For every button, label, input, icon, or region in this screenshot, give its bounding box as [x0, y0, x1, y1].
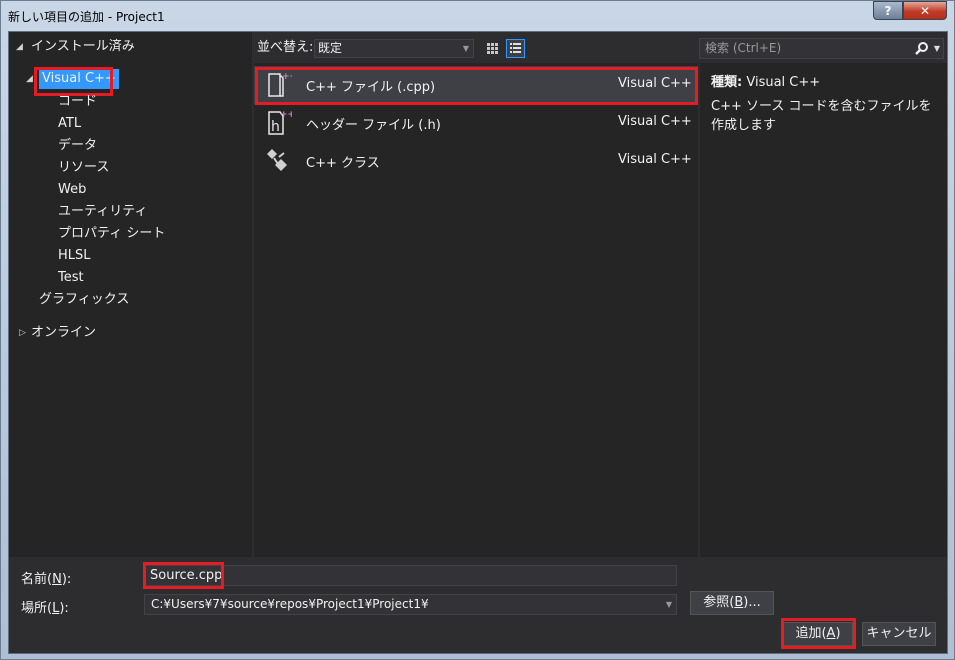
help-button[interactable]: ?	[873, 1, 903, 20]
expanded-arrow-icon: ◢	[16, 42, 23, 52]
expanded-arrow-icon: ◢	[26, 74, 33, 84]
tree-item-code[interactable]: コード	[58, 92, 97, 112]
close-icon: ✕	[919, 3, 931, 18]
tree-item-hlsl[interactable]: HLSL	[58, 246, 91, 266]
cancel-button[interactable]: キャンセル	[862, 622, 936, 646]
template-category: Visual C++	[618, 152, 692, 167]
tree-item-graphics[interactable]: グラフィックス	[39, 290, 129, 310]
tree-item-resource[interactable]: リソース	[58, 158, 109, 178]
tree-item-web[interactable]: Web	[58, 180, 86, 200]
name-field[interactable]	[144, 565, 677, 586]
location-value: C:¥Users¥7¥source¥repos¥Project1¥Project…	[151, 597, 429, 611]
template-item-cpp-class[interactable]: C++ クラス Visual C++	[254, 142, 698, 180]
tree-item-test[interactable]: Test	[58, 268, 84, 288]
template-name: ヘッダー ファイル (.h)	[306, 118, 441, 133]
template-item-cpp-file[interactable]: ++ C++ ファイル (.cpp) Visual C++	[254, 66, 698, 104]
search-icon[interactable]	[915, 41, 929, 55]
title-bar[interactable]: 新しい項目の追加 - Project1 ? ✕	[1, 1, 954, 31]
sort-dropdown[interactable]: 既定 ▼	[314, 39, 474, 58]
template-item-header-file[interactable]: h ++ ヘッダー ファイル (.h) Visual C++	[254, 104, 698, 142]
chevron-down-icon[interactable]: ▼	[666, 595, 672, 614]
browse-button[interactable]: 参照(B)...	[690, 591, 774, 615]
collapsed-arrow-icon: ▷	[19, 328, 26, 338]
tree-item-data[interactable]: データ	[58, 136, 97, 156]
tree-item-atl[interactable]: ATL	[58, 114, 81, 134]
chevron-down-icon: ▼	[462, 44, 469, 53]
close-button[interactable]: ✕	[903, 1, 947, 20]
info-description: C++ ソース コードを含むファイルを作成します	[711, 99, 932, 133]
tree-item-label: インストール済み	[31, 39, 135, 54]
tree-item-utility[interactable]: ユーティリティ	[58, 202, 147, 222]
template-name: C++ ファイル (.cpp)	[306, 80, 436, 95]
chevron-down-icon[interactable]: ▼	[934, 39, 940, 58]
svg-text:++: ++	[282, 72, 292, 82]
svg-text:++: ++	[280, 110, 292, 120]
add-new-item-dialog: 新しい項目の追加 - Project1 ? ✕ ◢ インストール済み ◢ Vis…	[0, 0, 955, 660]
cpp-class-icon	[267, 149, 287, 171]
list-view-icon	[510, 43, 521, 53]
cpp-file-icon: ++	[268, 72, 292, 97]
tree-item-label: オンライン	[31, 325, 97, 340]
add-button[interactable]: 追加(A)	[783, 622, 853, 646]
sort-value: 既定	[318, 41, 343, 55]
svg-text:h: h	[271, 119, 280, 135]
info-type: 種類: Visual C++	[711, 71, 820, 90]
window-title: 新しい項目の追加 - Project1	[8, 10, 165, 24]
template-category: Visual C++	[618, 114, 692, 129]
template-info-panel	[700, 63, 947, 557]
info-type-label: 種類:	[711, 75, 743, 90]
small-icons-view-button[interactable]	[483, 39, 502, 58]
search-placeholder: 検索 (Ctrl+E)	[705, 41, 782, 55]
search-input[interactable]: 検索 (Ctrl+E) ▼	[699, 38, 944, 59]
list-view-button[interactable]	[506, 39, 525, 58]
template-category: Visual C++	[618, 76, 692, 91]
dialog-body: ◢ インストール済み ◢ Visual C++ コード ATL データ リソース…	[8, 31, 948, 654]
name-label: 名前(N):	[21, 572, 72, 587]
info-type-value: Visual C++	[746, 75, 821, 90]
template-name: C++ クラス	[306, 156, 380, 171]
sort-label: 並べ替え:	[257, 40, 314, 55]
location-field[interactable]: C:¥Users¥7¥source¥repos¥Project1¥Project…	[144, 594, 677, 615]
location-label: 場所(L):	[21, 601, 69, 616]
grid-view-icon	[487, 43, 498, 54]
tree-item-label: Visual C++	[39, 69, 119, 89]
header-file-icon: h ++	[268, 110, 292, 135]
tree-item-property-sheet[interactable]: プロパティ シート	[58, 224, 165, 244]
